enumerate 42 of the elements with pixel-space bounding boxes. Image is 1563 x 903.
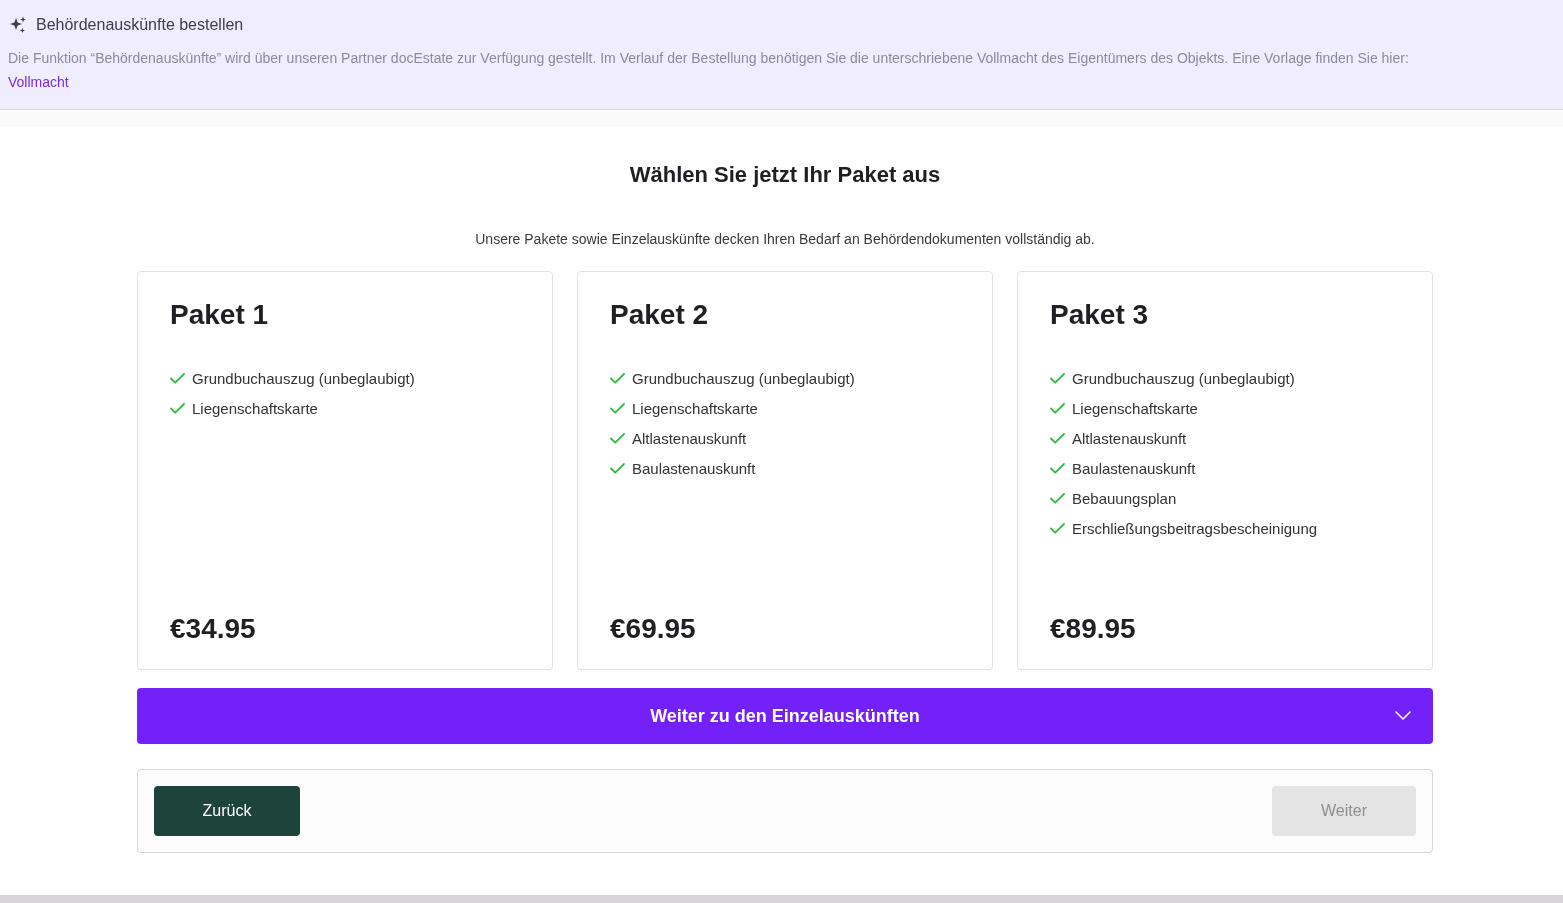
feature-label: Altlastenauskunft xyxy=(1072,429,1187,447)
check-icon xyxy=(610,462,625,474)
package-price: €34.95 xyxy=(170,612,256,646)
page-subtitle: Unsere Pakete sowie Einzelauskünfte decken Ihren Bedarf an Behördendokumenten vollständig ab. xyxy=(475,230,1095,249)
package-title: Paket 2 xyxy=(610,298,709,332)
package-card[interactable]: Paket 2 Grundbuchauszug (unbeglaubigt) Liegenschaftskarte Altlastenauskunft Baulastenauskunft €69.95 xyxy=(577,271,993,670)
check-icon xyxy=(1050,432,1065,444)
check-icon xyxy=(1050,522,1065,534)
check-icon xyxy=(1050,492,1065,504)
check-icon xyxy=(1050,372,1065,384)
package-card[interactable]: Paket 3 Grundbuchauszug (unbeglaubigt) Liegenschaftskarte Altlastenauskunft Baulastenauskunft Bebauungsplan Erschließungsbeitragsbescheinigung €89.95 xyxy=(1017,271,1433,670)
feature-label: Erschließungsbeitragsbescheinigung xyxy=(1072,519,1318,537)
check-icon xyxy=(1050,462,1065,474)
feature-label: Altlastenauskunft xyxy=(632,429,747,447)
check-icon xyxy=(1050,402,1065,414)
banner-text: Die Funktion “Behördenauskünfte” wird über unseren Partner docEstate zur Verfügung gestellt. Im Verlauf der Bestellung benötigen Sie die unterschriebene Vollmacht des Eigentümers des Objekts. Eine Vorlage finden Sie hier: Vollmacht xyxy=(8,46,1538,94)
check-icon xyxy=(610,372,625,384)
feature-label: Bebauungsplan xyxy=(1072,489,1177,507)
package-title: Paket 1 xyxy=(170,298,269,332)
check-icon xyxy=(610,432,625,444)
check-icon xyxy=(170,402,185,414)
chevron-icon xyxy=(1395,711,1411,720)
feature-label: Liegenschaftskarte xyxy=(192,399,318,417)
banner-title: Behördenauskünfte bestellen xyxy=(36,15,244,35)
feature-label: Grundbuchauszug (unbeglaubigt) xyxy=(1072,369,1295,387)
feature-label: Liegenschaftskarte xyxy=(632,399,758,417)
page-heading: Wählen Sie jetzt Ihr Paket aus xyxy=(629,161,941,189)
single-reports-accordion-button[interactable]: Weiter zu den Einzelauskünften xyxy=(137,688,1433,744)
power-of-attorney-link[interactable]: Vollmacht xyxy=(8,70,69,94)
back-button[interactable]: Zurück xyxy=(154,786,300,836)
feature-label: Grundbuchauszug (unbeglaubigt) xyxy=(192,369,415,387)
feature-label: Grundbuchauszug (unbeglaubigt) xyxy=(632,369,855,387)
sparkle-icon xyxy=(9,16,27,34)
package-title: Paket 3 xyxy=(1050,298,1149,332)
feature-label: Baulastenauskunft xyxy=(1072,459,1196,477)
package-price: €69.95 xyxy=(610,612,696,646)
package-card[interactable]: Paket 1 Grundbuchauszug (unbeglaubigt) Liegenschaftskarte €34.95 xyxy=(137,271,553,670)
package-price: €89.95 xyxy=(1050,612,1136,646)
feature-label: Liegenschaftskarte xyxy=(1072,399,1198,417)
check-icon xyxy=(610,402,625,414)
feature-label: Baulastenauskunft xyxy=(632,459,756,477)
check-icon xyxy=(170,372,185,384)
